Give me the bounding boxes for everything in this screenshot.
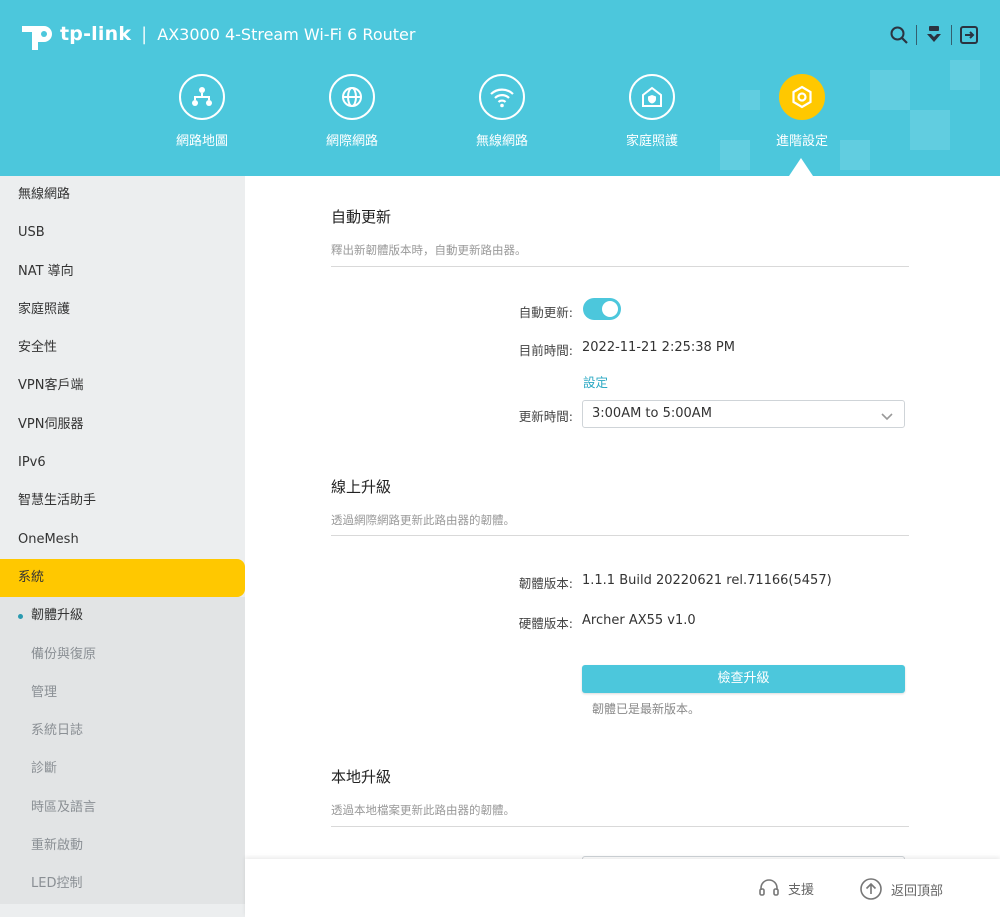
nav-internet[interactable]: 網際網路 xyxy=(292,74,412,149)
sidebar-subitem-syslog[interactable]: 系統日誌 xyxy=(0,712,245,750)
download-app-icon[interactable] xyxy=(921,22,947,48)
sidebar-subitem-diagnostics[interactable]: 診斷 xyxy=(0,750,245,788)
set-time-link[interactable]: 設定 xyxy=(583,372,608,391)
divider xyxy=(331,535,909,536)
search-icon[interactable] xyxy=(886,22,912,48)
sidebar-subitem-reboot[interactable]: 重新啟動 xyxy=(0,827,245,865)
nav-label: 網際網路 xyxy=(325,134,378,149)
sidebar-item-vpn-client[interactable]: VPN客戶端 xyxy=(0,367,245,405)
main-content: 自動更新 釋出新韌體版本時，自動更新路由器。 自動更新: 目前時間: 2022-… xyxy=(245,176,1000,859)
main-nav: 網路地圖 網際網路 無線網路 家庭照護 進階設定 xyxy=(0,74,1000,174)
section-title-local-upgrade: 本地升級 xyxy=(331,768,392,786)
sidebar-item-nat[interactable]: NAT 導向 xyxy=(0,253,245,291)
divider xyxy=(331,266,909,267)
router-model: AX3000 4-Stream Wi-Fi 6 Router xyxy=(157,24,416,44)
sidebar-item-usb[interactable]: USB xyxy=(0,214,245,252)
nav-label: 無線網路 xyxy=(475,134,528,149)
nav-label: 網路地圖 xyxy=(175,134,228,149)
tp-link-logo-icon xyxy=(18,16,54,52)
chevron-down-icon xyxy=(880,407,894,421)
brand: tp-link | AX3000 4-Stream Wi-Fi 6 Router xyxy=(18,16,415,52)
auto-update-label: 自動更新: xyxy=(518,305,573,320)
divider xyxy=(331,826,909,827)
globe-icon xyxy=(329,74,375,120)
sidebar-subitem-firmware[interactable]: 韌體升級 xyxy=(0,597,245,635)
network-map-icon xyxy=(179,74,225,120)
firmware-status-note: 韌體已是最新版本。 xyxy=(592,702,701,716)
support-label: 支援 xyxy=(788,882,815,898)
toolbar-divider xyxy=(916,25,917,45)
arrow-up-circle-icon xyxy=(860,878,882,900)
logout-icon[interactable] xyxy=(956,22,982,48)
nav-label: 家庭照護 xyxy=(625,134,678,149)
update-time-value: 3:00AM to 5:00AM xyxy=(592,406,712,421)
sidebar-subitem-led[interactable]: LED控制 xyxy=(0,865,245,903)
nav-homecare[interactable]: 家庭照護 xyxy=(592,74,712,149)
firmware-version-label: 韌體版本: xyxy=(518,576,573,591)
sidebar-item-homecare[interactable]: 家庭照護 xyxy=(0,291,245,329)
sidebar-item-wireless[interactable]: 無線網路 xyxy=(0,176,245,214)
sidebar-item-ipv6[interactable]: IPv6 xyxy=(0,444,245,482)
update-time-label: 更新時間: xyxy=(518,409,573,424)
headset-icon xyxy=(759,879,779,896)
section-title-auto-update: 自動更新 xyxy=(331,208,392,226)
hardware-version-label: 硬體版本: xyxy=(518,616,573,631)
brand-name: tp-link xyxy=(60,23,132,45)
section-desc-auto-update: 釋出新韌體版本時，自動更新路由器。 xyxy=(331,243,527,257)
firmware-version-value: 1.1.1 Build 20220621 rel.71166(5457) xyxy=(582,573,832,588)
header: tp-link | AX3000 4-Stream Wi-Fi 6 Router… xyxy=(0,0,1000,176)
nav-wireless[interactable]: 無線網路 xyxy=(442,74,562,149)
sidebar-subitem-admin[interactable]: 管理 xyxy=(0,674,245,712)
sidebar-item-system[interactable]: 系統 xyxy=(0,558,245,598)
gear-icon xyxy=(779,74,825,120)
brand-separator: | xyxy=(141,23,148,45)
toolbar-divider xyxy=(951,25,952,45)
nav-network-map[interactable]: 網路地圖 xyxy=(142,74,262,149)
section-desc-local-upgrade: 透過本地檔案更新此路由器的韌體。 xyxy=(331,803,515,817)
back-to-top-label: 返回頂部 xyxy=(891,883,944,899)
top-toolbar xyxy=(886,22,982,48)
system-submenu: 韌體升級 備份與復原 管理 系統日誌 診斷 時區及語言 重新啟動 LED控制 xyxy=(0,597,245,904)
nav-label: 進階設定 xyxy=(775,134,828,149)
check-upgrade-button[interactable]: 檢查升級 xyxy=(582,665,905,693)
sidebar-subitem-backup[interactable]: 備份與復原 xyxy=(0,636,245,674)
current-time-label: 目前時間: xyxy=(518,343,573,358)
section-desc-online-upgrade: 透過網際網路更新此路由器的韌體。 xyxy=(331,513,515,527)
sidebar-item-onemesh[interactable]: OneMesh xyxy=(0,521,245,559)
sidebar-item-vpn-server[interactable]: VPN伺服器 xyxy=(0,406,245,444)
wifi-icon xyxy=(479,74,525,120)
home-shield-icon xyxy=(629,74,675,120)
active-nav-pointer xyxy=(789,158,813,176)
footer: 支援 返回頂部 xyxy=(245,859,1000,917)
hardware-version-value: Archer AX55 v1.0 xyxy=(582,613,696,628)
sidebar-item-security[interactable]: 安全性 xyxy=(0,329,245,367)
support-link[interactable]: 支援 xyxy=(758,877,814,899)
update-time-select[interactable]: 3:00AM to 5:00AM xyxy=(582,400,905,428)
sidebar: 無線網路 USB NAT 導向 家庭照護 安全性 VPN客戶端 VPN伺服器 I… xyxy=(0,176,245,917)
auto-update-toggle[interactable] xyxy=(583,298,621,320)
current-time-value: 2022-11-21 2:25:38 PM xyxy=(582,340,735,355)
sidebar-item-smart-life[interactable]: 智慧生活助手 xyxy=(0,482,245,520)
back-to-top-link[interactable]: 返回頂部 xyxy=(859,877,943,901)
nav-advanced[interactable]: 進階設定 xyxy=(742,74,862,149)
sidebar-subitem-timezone[interactable]: 時區及語言 xyxy=(0,789,245,827)
toggle-knob xyxy=(602,301,618,317)
section-title-online-upgrade: 線上升級 xyxy=(331,478,392,496)
